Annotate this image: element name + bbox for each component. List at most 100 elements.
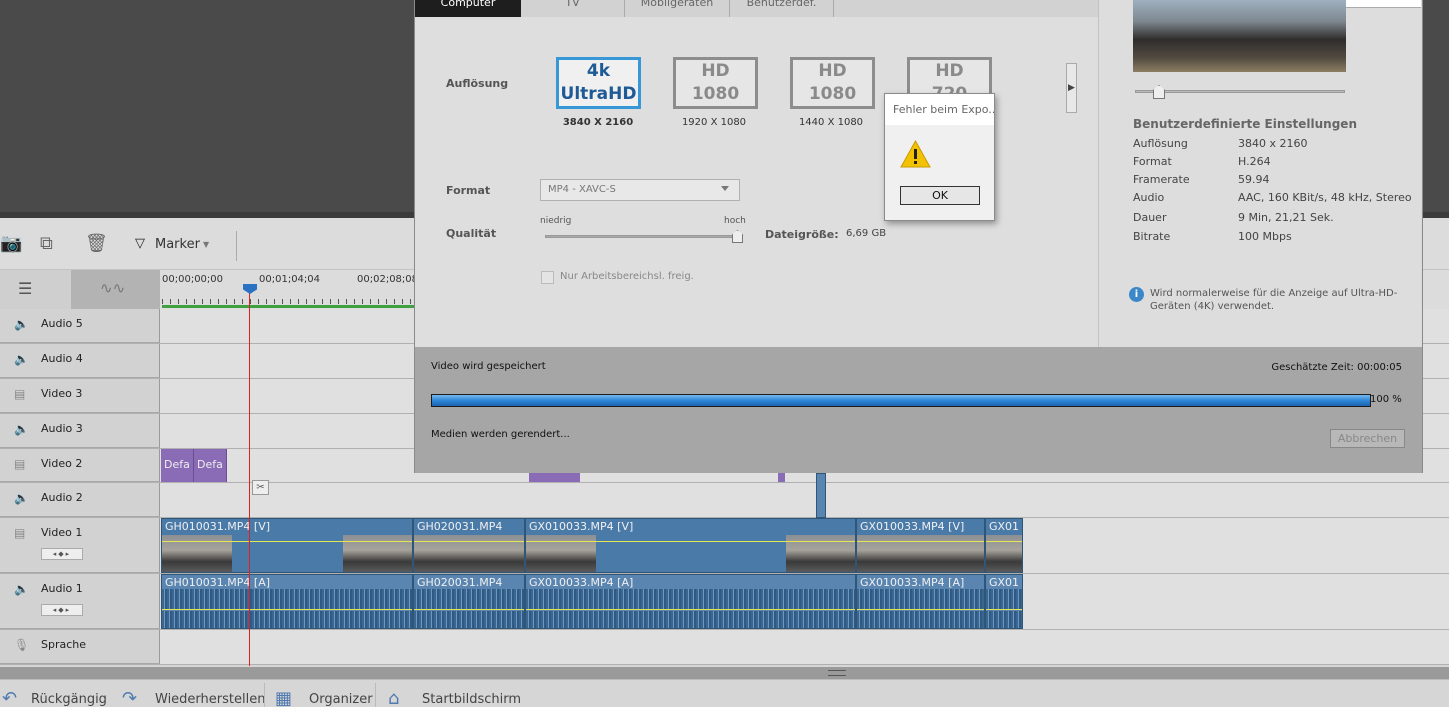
scissors-icon[interactable]: ✂ <box>252 480 269 495</box>
home-button[interactable]: Startbildschirm <box>422 692 521 707</box>
spec-key: Framerate <box>1133 173 1190 186</box>
timeline-clip[interactable] <box>529 473 580 482</box>
opacity-line[interactable] <box>526 541 855 542</box>
microphone-icon[interactable]: 🎙 <box>14 638 29 652</box>
res-line1: HD <box>818 61 847 81</box>
film-icon[interactable]: ▤ <box>14 526 25 540</box>
speaker-icon[interactable]: 🔈 <box>14 317 29 331</box>
marker-icon: ▽ <box>135 236 145 251</box>
audio-clip[interactable]: GX010033.MP4 [A] <box>856 574 985 629</box>
audio-clip[interactable]: GX010033.MP4 [A] <box>525 574 856 629</box>
format-select[interactable]: MP4 - XAVC-S <box>540 179 740 201</box>
volume-line[interactable] <box>986 609 1022 610</box>
volume-line[interactable] <box>162 609 412 610</box>
format-value: MP4 - XAVC-S <box>548 184 616 195</box>
video-clip[interactable]: GH020031.MP4 [V] <box>413 518 525 573</box>
volume-line[interactable] <box>414 609 524 610</box>
resolution-option-4k[interactable]: 4k UltraHD <box>556 57 641 109</box>
waveform <box>162 589 412 609</box>
res-line2: 1080 <box>691 84 740 104</box>
tab-custom[interactable]: Benutzerdef. <box>730 0 834 17</box>
camera-icon[interactable]: 📷 <box>0 233 22 254</box>
video-clip[interactable]: GX01 <box>985 518 1023 573</box>
speaker-icon[interactable]: 🔈 <box>14 422 29 436</box>
quality-slider[interactable] <box>545 235 738 238</box>
waveform-icon[interactable]: ∿∿ <box>100 279 125 297</box>
next-arrow-button[interactable]: ▶ <box>1066 63 1077 113</box>
waveform <box>414 589 524 609</box>
chevron-down-icon[interactable]: ▼ <box>203 240 209 249</box>
timeline-scrollbar[interactable] <box>0 667 1449 679</box>
cancel-button[interactable]: Abbrechen <box>1330 429 1405 448</box>
timeline-clip[interactable] <box>816 473 826 518</box>
waveform <box>162 611 412 628</box>
info-icon: i <box>1129 287 1144 302</box>
speaker-icon[interactable]: 🔈 <box>14 491 29 505</box>
volume-line[interactable] <box>857 609 984 610</box>
track-name: Audio 3 <box>41 422 83 435</box>
waveform <box>986 611 1022 628</box>
spec-value: H.264 <box>1238 155 1271 168</box>
redo-button[interactable]: Wiederherstellen <box>155 692 265 707</box>
keyframe-controls[interactable]: ◂◆▸ <box>41 548 83 560</box>
keyframe-controls[interactable]: ◂◆▸ <box>41 604 83 616</box>
error-dialog-title[interactable]: Fehler beim Expo... <box>885 94 994 125</box>
tab-computer[interactable]: Computer <box>415 0 521 17</box>
tab-tv[interactable]: TV <box>521 0 625 17</box>
quality-label: Qualität <box>446 227 497 240</box>
redo-icon[interactable]: ↷ <box>122 688 137 707</box>
audio-clip[interactable]: GX01 <box>985 574 1023 629</box>
audio-clip[interactable]: GH020031.MP4 [A] <box>413 574 525 629</box>
track-narration: 🎙 Sprache <box>0 630 1449 665</box>
opacity-line[interactable] <box>162 541 412 542</box>
rotate-icon[interactable]: ⧉ <box>40 233 53 254</box>
ruler-ticks <box>162 299 422 304</box>
opacity-line[interactable] <box>986 541 1022 542</box>
video-clip[interactable]: GX010033.MP4 [V] <box>525 518 856 573</box>
home-icon[interactable]: ⌂ <box>388 688 399 707</box>
tab-mobile[interactable]: Mobilgeräten <box>625 0 730 17</box>
spec-value: AAC, 160 KBit/s, 48 kHz, Stereo <box>1238 191 1412 204</box>
ok-button[interactable]: OK <box>900 186 980 205</box>
video-clip[interactable]: GH010031.MP4 [V] <box>161 518 413 573</box>
waveform <box>857 589 984 609</box>
trash-icon[interactable]: 🗑 <box>85 233 108 254</box>
custom-settings-title: Benutzerdefinierte Einstellungen <box>1133 117 1357 131</box>
scrollbar-grip[interactable] <box>828 670 846 676</box>
filesize-label: Dateigröße: <box>765 228 839 241</box>
timeline-view-icon[interactable]: ☰ <box>18 279 32 298</box>
organizer-button[interactable]: Organizer <box>309 692 373 707</box>
film-icon[interactable]: ▤ <box>14 387 25 401</box>
toolbar-divider <box>236 231 237 261</box>
preview-scrubber[interactable] <box>1135 90 1345 93</box>
track-audio-2: 🔈 Audio 2 <box>0 483 1449 518</box>
spec-key: Auflösung <box>1133 137 1188 150</box>
opacity-line[interactable] <box>414 541 524 542</box>
speaker-icon[interactable]: 🔈 <box>14 352 29 366</box>
undo-button[interactable]: Rückgängig <box>31 692 107 707</box>
timeline-clip[interactable]: Defa <box>194 449 227 482</box>
waveform <box>986 589 1022 609</box>
video-clip[interactable]: GX010033.MP4 [V] <box>856 518 985 573</box>
organizer-icon[interactable]: ▦ <box>275 688 292 707</box>
film-icon[interactable]: ▤ <box>14 457 25 471</box>
undo-icon[interactable]: ↶ <box>2 688 17 707</box>
volume-line[interactable] <box>526 609 855 610</box>
audio-clip[interactable]: GH010031.MP4 [A] <box>161 574 413 629</box>
res-line2: 1080 <box>808 84 857 104</box>
clip-label: GX010033.MP4 [V] <box>860 520 965 533</box>
ruler-timecode: 00;01;04;04 <box>259 274 321 285</box>
speaker-icon[interactable]: 🔈 <box>14 582 29 596</box>
progress-percent: 100 % <box>1370 394 1402 405</box>
clip-label: GH010031.MP4 [V] <box>165 520 271 533</box>
marker-button[interactable]: Marker <box>155 237 200 252</box>
workarea-checkbox[interactable] <box>541 271 554 284</box>
track-name: Video 1 <box>41 526 83 539</box>
spec-value: 59.94 <box>1238 173 1270 186</box>
resolution-option-hd1080[interactable]: HD 1080 <box>673 57 758 109</box>
timeline-clip[interactable]: Defa <box>161 449 194 482</box>
clip-label: GX01 <box>989 520 1020 533</box>
timeline-clip[interactable] <box>778 473 785 482</box>
resolution-option-hd1080-1440[interactable]: HD 1080 <box>790 57 875 109</box>
opacity-line[interactable] <box>857 541 984 542</box>
